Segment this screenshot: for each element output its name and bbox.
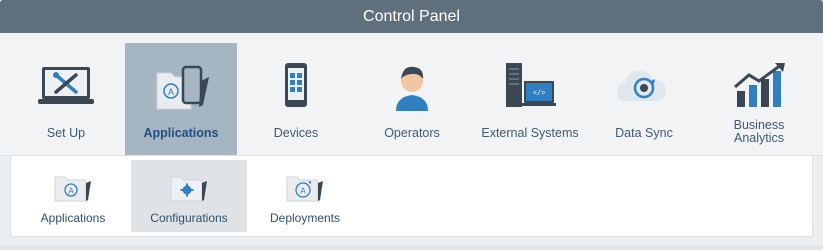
nav-item-business-analytics[interactable]: Business Analytics <box>703 43 815 155</box>
nav-label-line: Analytics <box>733 131 785 145</box>
svg-text:A: A <box>168 87 174 97</box>
subnav-label: Deployments <box>269 211 341 225</box>
nav-label: Data Sync <box>615 126 673 140</box>
cloud-sync-icon <box>617 71 666 101</box>
nav-item-data-sync[interactable]: Data Sync <box>588 43 700 155</box>
nav-label: Set Up <box>46 126 86 140</box>
nav-item-applications[interactable]: A Applications <box>125 43 237 162</box>
laptop-tools-icon <box>38 67 94 104</box>
nav-label: Applications <box>143 126 219 140</box>
svg-text:A: A <box>300 187 306 196</box>
nav-item-operators[interactable]: Operators <box>356 43 468 155</box>
subnav-item-configurations[interactable]: Configurations <box>131 160 247 232</box>
folder-phone-icon: A <box>156 65 209 110</box>
svg-text:</>: </> <box>533 90 546 98</box>
server-monitor-icon: </> <box>506 63 556 107</box>
nav-label: Devices <box>273 126 319 140</box>
subnav-label: Applications <box>40 211 106 225</box>
subnav-label: Configurations <box>150 211 228 225</box>
main-navigation: Set Up A Applications Devices Operators … <box>0 33 823 162</box>
nav-item-external-systems[interactable]: </> External Systems <box>471 43 589 155</box>
folder-app-icon: A <box>54 176 91 202</box>
folder-gear-icon <box>170 176 207 202</box>
window-title: Control Panel <box>363 7 460 25</box>
analytics-chart-icon <box>734 63 785 107</box>
bottom-border <box>0 245 823 250</box>
nav-label: Operators <box>384 126 440 140</box>
subnav-item-applications[interactable]: A Applications <box>15 160 131 232</box>
nav-label: Business Analytics <box>703 119 815 145</box>
nav-item-setup[interactable]: Set Up <box>10 43 122 155</box>
operator-icon <box>396 66 428 111</box>
nav-label: External Systems <box>481 126 579 140</box>
nav-item-devices[interactable]: Devices <box>240 43 352 155</box>
mobile-device-icon <box>285 63 307 107</box>
subnav-item-deployments[interactable]: A Deployments <box>247 160 363 232</box>
sub-navigation-panel: A Applications Configurations A Deployme… <box>10 155 813 237</box>
folder-deploy-icon: A <box>286 176 323 202</box>
svg-text:A: A <box>68 187 74 196</box>
title-bar: Control Panel <box>0 0 823 33</box>
